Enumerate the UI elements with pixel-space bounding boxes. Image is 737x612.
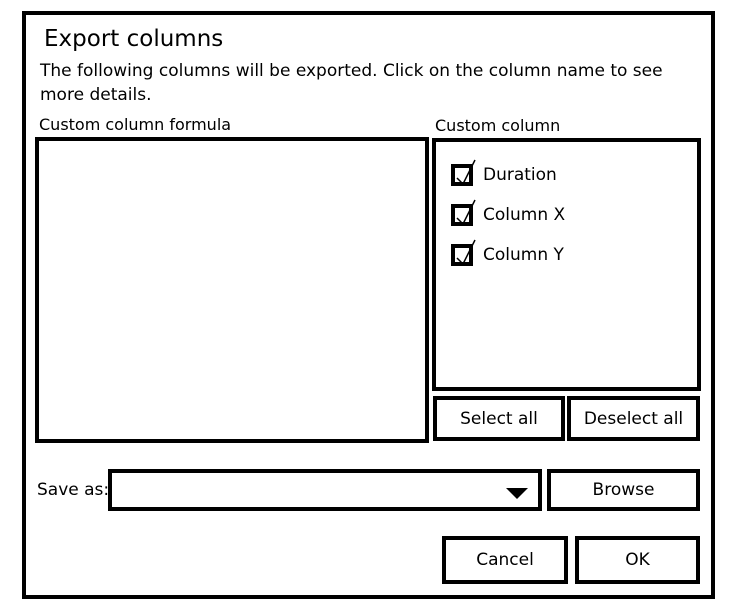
save-as-label: Save as:	[37, 480, 110, 500]
cancel-button[interactable]: Cancel	[442, 536, 568, 584]
save-as-dropdown[interactable]	[108, 469, 542, 511]
checkbox-checked-icon[interactable]	[451, 239, 476, 266]
columns-label: Custom column	[435, 116, 561, 135]
column-item-duration[interactable]: Duration	[451, 159, 557, 186]
formula-textarea[interactable]	[35, 137, 429, 443]
dialog-description: The following columns will be exported. …	[40, 61, 663, 105]
ok-button[interactable]: OK	[575, 536, 700, 584]
formula-label: Custom column formula	[39, 115, 232, 134]
column-item-column-x[interactable]: Column X	[451, 199, 565, 226]
checkbox-checked-icon[interactable]	[451, 199, 476, 226]
column-item-label[interactable]: Duration	[483, 165, 557, 185]
columns-list: Duration Column X Column Y	[432, 138, 701, 391]
column-item-column-y[interactable]: Column Y	[451, 239, 564, 266]
checkbox-checked-icon[interactable]	[451, 159, 476, 186]
deselect-all-button[interactable]: Deselect all	[567, 396, 700, 441]
dialog-title: Export columns	[44, 26, 224, 52]
select-all-button[interactable]: Select all	[433, 396, 565, 441]
column-item-label[interactable]: Column Y	[483, 245, 564, 265]
browse-button[interactable]: Browse	[547, 469, 700, 511]
column-item-label[interactable]: Column X	[483, 205, 565, 225]
chevron-down-icon[interactable]	[506, 488, 528, 499]
